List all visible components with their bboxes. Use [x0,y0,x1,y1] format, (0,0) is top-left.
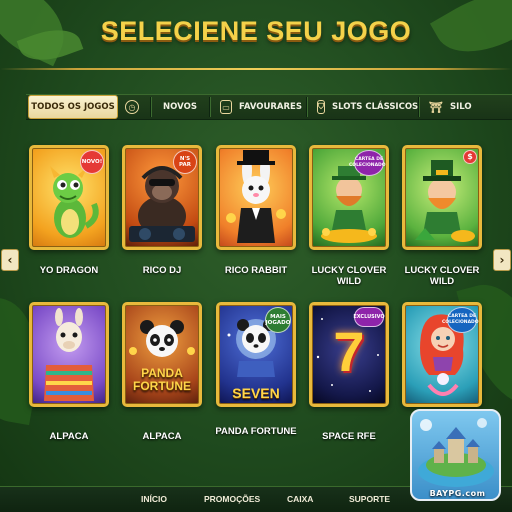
game-card-alpaca[interactable] [29,302,109,407]
promo-label: BAYPG.com [429,489,486,498]
game-title: RICO RABBIT [224,265,288,276]
game-title: LUCKY CLOVER WILD [404,265,480,287]
rabbit-art [226,150,286,243]
tab-divider [150,97,151,117]
chevron-left-icon: ‹ [7,253,13,267]
game-card-lucky-clover-wild[interactable]: CARTEA DE COLECIONADOR [309,145,389,250]
status-badge: CARTEA DE COLECIONADOR [442,307,479,333]
status-badge: NOVO! [80,150,104,174]
game-title: LUCKY CLOVER WILD [311,265,387,287]
island-art [418,418,494,487]
game-title: RICO DJ [142,265,182,276]
card-logo-text: SEVEN [232,385,280,401]
status-badge: MAIS JOGADO [265,307,291,333]
clock-icon: ◷ [125,100,139,114]
game-title: SPACE RFE [322,431,376,442]
game-title: ALPACA [142,431,182,442]
nav-cashier[interactable]: CAIXA [287,494,313,504]
game-title: ALPACA [49,431,89,442]
pillar-icon: ⛩ [429,100,443,114]
tab-label: NOVOS [163,102,197,112]
card-logo-text: 7 [333,320,365,383]
tab-silo[interactable]: ⛩ SILO [423,94,472,120]
game-card-space-rfe[interactable]: 7 EXCLUSIVO [309,302,389,407]
tab-classic-slots[interactable]: ⛉ SLOTS CLÁSSICOS [311,94,418,120]
carousel-next-button[interactable]: › [493,249,511,271]
alpaca-art [44,308,94,401]
category-tabs: TODOS OS JOGOS ◷ NOVOS ▭ FAVOURARES ⛉ SL… [26,94,512,120]
promo-thumbnail[interactable]: BAYPG.com [410,409,501,501]
game-card-alpaca[interactable]: PANDA FORTUNE [122,302,202,407]
title-divider [0,68,512,70]
tab-divider [418,97,419,117]
game-card-mermaid[interactable]: CARTEA DE COLECIONADOR [402,302,482,407]
tab-divider [209,97,210,117]
folder-icon: ▭ [220,100,232,114]
nav-support[interactable]: SUPORTE [349,494,390,504]
tab-label: SLOTS CLÁSSICOS [332,102,419,112]
status-badge: N'S PAR [173,150,197,174]
status-badge: CARTEA DE COLECIONADOR [349,150,386,176]
shield-icon: ⛉ [317,100,325,114]
game-card-panda-fortune[interactable]: SEVEN MAIS JOGADO [216,302,296,407]
tab-label: SILO [450,102,472,112]
status-badge: $ [463,150,477,164]
nav-promotions[interactable]: PROMOÇÕES [204,494,260,504]
tab-label: FAVOURARES [239,102,302,112]
tab-all-games[interactable]: TODOS OS JOGOS [28,95,118,119]
game-card-rico-rabbit[interactable] [216,145,296,250]
tab-label: TODOS OS JOGOS [31,102,115,112]
status-badge: EXCLUSIVO [353,307,385,327]
tab-favourites[interactable]: ▭ FAVOURARES [214,94,302,120]
game-card-yo-dragon[interactable]: NOVO! [29,145,109,250]
card-logo-text: PANDA FORTUNE [133,366,191,393]
tab-new[interactable]: NOVOS [155,94,205,120]
game-title: YO DRAGON [39,265,99,276]
tab-divider [306,97,307,117]
nav-home[interactable]: INÍCIO [141,494,167,504]
chevron-right-icon: › [499,253,505,267]
game-card-rico-dj[interactable]: N'S PAR [122,145,202,250]
game-title: PANDA FORTUNE [215,426,297,437]
page-title: SELECIENE SEU JOGO [100,16,412,46]
carousel-prev-button[interactable]: ‹ [1,249,19,271]
game-card-lucky-clover-wild[interactable]: $ [402,145,482,250]
